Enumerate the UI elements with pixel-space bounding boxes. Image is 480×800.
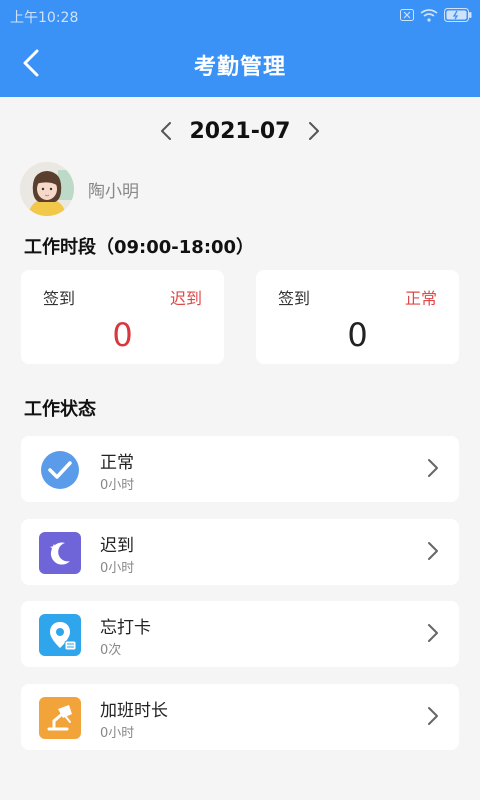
- avatar[interactable]: [20, 162, 74, 216]
- check-circle-icon: [39, 449, 81, 491]
- next-month-button[interactable]: [302, 116, 326, 146]
- user-info: 陶小明: [20, 162, 139, 216]
- wifi-icon: [420, 8, 438, 22]
- page-title: 考勤管理: [193, 55, 286, 80]
- status-item-title: 忘打卡: [100, 618, 151, 638]
- month-label: 2021-07: [189, 118, 291, 144]
- normal-stat-card: 签到 正常 0: [256, 270, 459, 364]
- moon-icon: [39, 532, 81, 574]
- status-item-overtime[interactable]: 加班时长 0小时: [21, 684, 459, 750]
- stat-type-normal: 正常: [404, 289, 437, 308]
- location-pin-icon: [39, 614, 81, 656]
- work-period-title: 工作时段（09:00-18:00）: [24, 237, 255, 258]
- status-item-normal[interactable]: 正常 0小时: [21, 436, 459, 502]
- status-item-title: 正常: [100, 453, 134, 473]
- late-stat-card: 签到 迟到 0: [21, 270, 224, 364]
- chevron-right-icon: [427, 541, 439, 565]
- chevron-right-icon: [427, 458, 439, 482]
- status-item-late[interactable]: 迟到 0小时: [21, 519, 459, 585]
- battery-icon: [444, 8, 472, 22]
- status-item-sub: 0小时: [100, 561, 135, 576]
- chevron-right-icon: [427, 623, 439, 647]
- status-item-missed-punch[interactable]: 忘打卡 0次: [21, 601, 459, 667]
- top-app-bar: 上午10:28 考勤管理: [0, 0, 480, 97]
- status-item-title: 迟到: [100, 536, 134, 556]
- status-item-sub: 0小时: [100, 478, 135, 493]
- status-item-title: 加班时长: [100, 701, 168, 721]
- status-item-sub: 0次: [100, 643, 122, 658]
- chevron-left-icon: [160, 122, 171, 140]
- normal-count: 0: [347, 316, 368, 354]
- work-status-title: 工作状态: [24, 399, 96, 420]
- chevron-right-icon: [427, 706, 439, 730]
- status-bar: 上午10:28: [0, 0, 480, 30]
- stat-type-late: 迟到: [169, 289, 202, 308]
- stat-label: 签到: [278, 289, 311, 308]
- stat-label: 签到: [43, 289, 76, 308]
- desk-lamp-icon: [39, 697, 81, 739]
- month-selector: 2021-07: [0, 113, 480, 149]
- user-name: 陶小明: [88, 181, 139, 202]
- status-time: 上午10:28: [10, 10, 79, 26]
- chevron-right-icon: [309, 122, 320, 140]
- status-item-sub: 0小时: [100, 726, 135, 741]
- sim-icon: [400, 9, 414, 21]
- late-count: 0: [112, 316, 133, 354]
- previous-month-button[interactable]: [154, 116, 178, 146]
- status-icons: [400, 8, 472, 22]
